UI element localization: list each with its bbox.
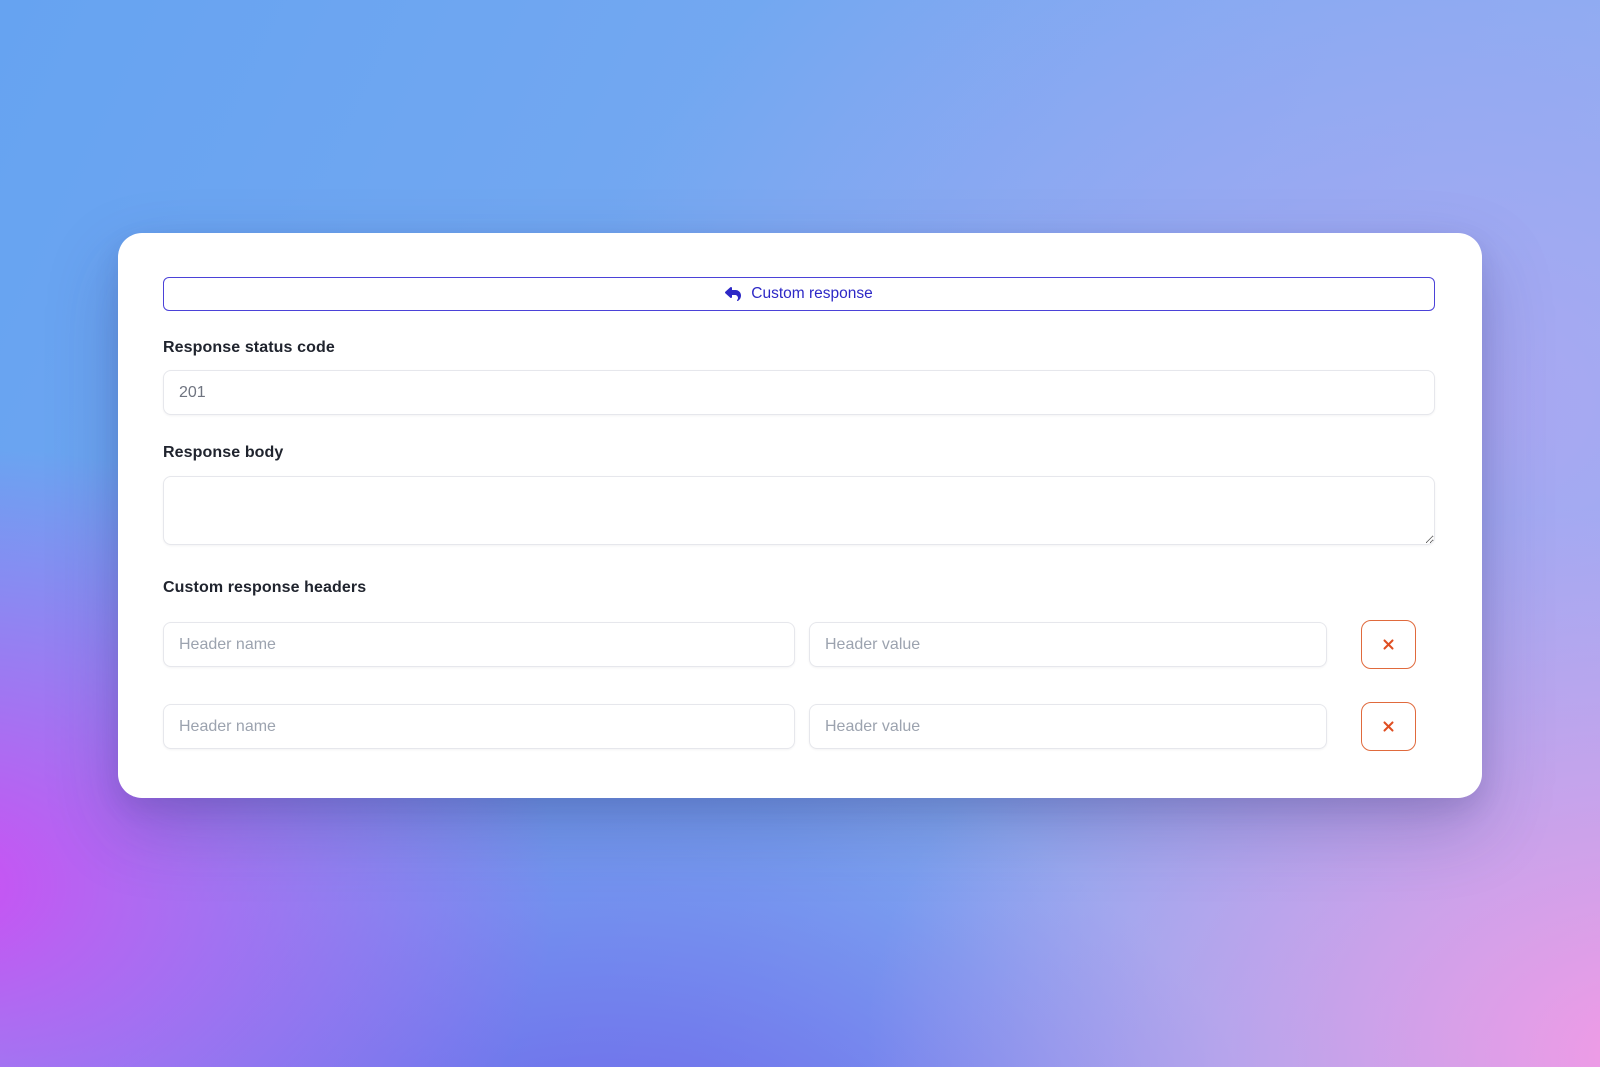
status-code-label: Response status code — [163, 339, 1435, 356]
x-icon — [1380, 636, 1397, 653]
remove-header-button[interactable] — [1361, 620, 1416, 669]
x-icon — [1380, 718, 1397, 735]
custom-response-panel: Custom response Response status code Res… — [118, 233, 1482, 798]
custom-response-button[interactable]: Custom response — [163, 277, 1435, 311]
response-body-textarea[interactable] — [163, 476, 1435, 545]
response-body-label: Response body — [163, 444, 1435, 461]
header-name-input[interactable] — [163, 704, 795, 749]
custom-response-button-label: Custom response — [751, 285, 872, 303]
remove-header-button[interactable] — [1361, 702, 1416, 751]
header-value-input[interactable] — [809, 704, 1327, 749]
header-row — [163, 702, 1435, 751]
gradient-background: Custom response Response status code Res… — [0, 0, 1600, 1067]
header-value-input[interactable] — [809, 622, 1327, 667]
header-row — [163, 620, 1435, 669]
reply-icon — [725, 286, 741, 302]
header-name-input[interactable] — [163, 622, 795, 667]
status-code-input[interactable] — [163, 370, 1435, 415]
custom-headers-label: Custom response headers — [163, 579, 1435, 596]
